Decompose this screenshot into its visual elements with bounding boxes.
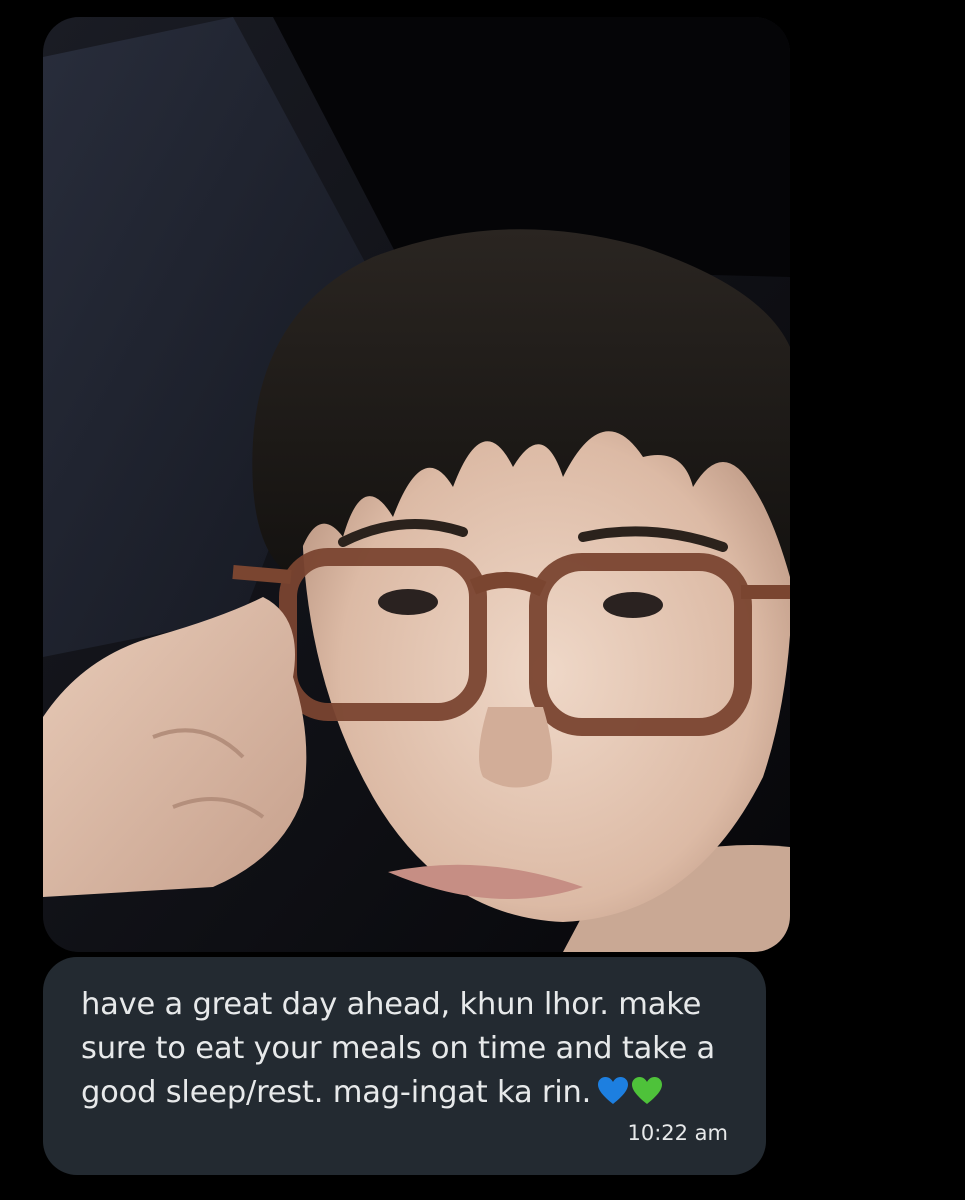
- message-text-block: have a great day ahead, khun lhor. make …: [81, 983, 728, 1119]
- photo-image: [43, 17, 790, 952]
- message-timestamp: 10:22 am: [627, 1121, 728, 1145]
- blue-heart-icon: [597, 1075, 629, 1119]
- green-heart-icon: [631, 1075, 663, 1119]
- photo-message[interactable]: [43, 17, 790, 952]
- message-bubble[interactable]: have a great day ahead, khun lhor. make …: [43, 957, 766, 1175]
